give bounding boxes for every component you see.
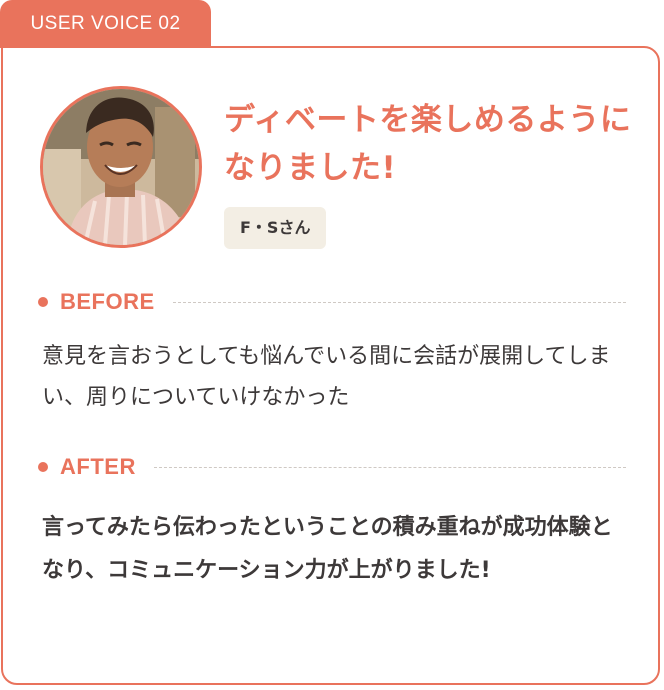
after-section-header: AFTER bbox=[38, 453, 626, 481]
before-text: 意見を言おうとしても悩んでいる間に会話が展開してしまい、周りについていけなかった bbox=[42, 344, 611, 410]
before-label: BEFORE bbox=[60, 289, 155, 314]
bullet-dot-icon bbox=[38, 297, 48, 307]
dashed-divider bbox=[153, 466, 626, 468]
after-label: AFTER bbox=[60, 454, 136, 479]
person-photo-icon bbox=[43, 89, 199, 245]
bullet-dot-icon bbox=[38, 462, 48, 472]
headline: ディベートを楽しめるようになりました! bbox=[224, 102, 632, 186]
dashed-divider bbox=[172, 301, 626, 303]
before-section-header: BEFORE bbox=[38, 288, 626, 316]
user-voice-label: USER VOICE 02 bbox=[30, 13, 181, 34]
after-text: 言ってみたら伝わったということの積み重ねが成功体験となり、コミュニケーション力が… bbox=[42, 515, 613, 583]
user-voice-tab: USER VOICE 02 bbox=[0, 0, 211, 48]
avatar bbox=[40, 86, 202, 248]
name-badge: F・Sさん bbox=[224, 207, 327, 249]
